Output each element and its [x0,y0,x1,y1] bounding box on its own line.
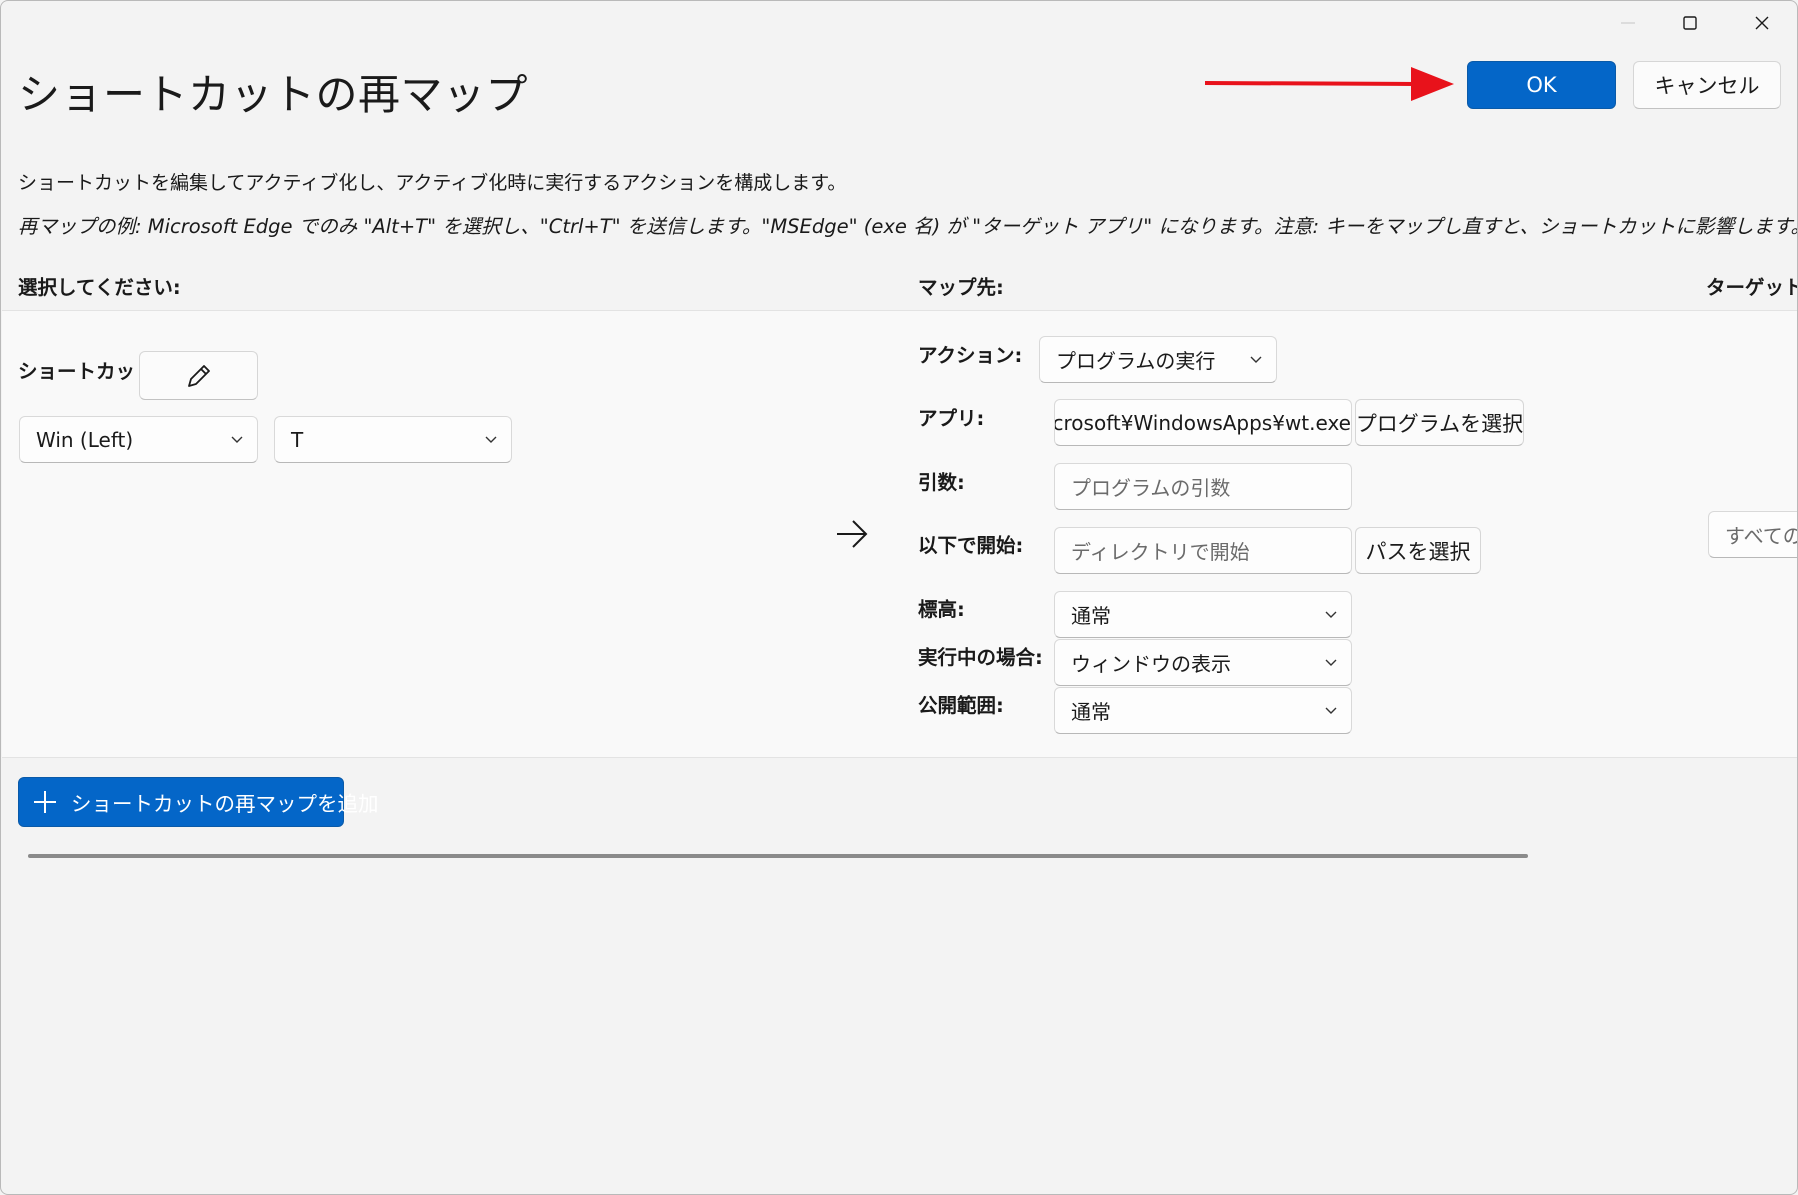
args-label: 引数: [918,471,965,494]
visibility-value: 通常 [1071,700,1111,724]
description-text: ショートカットを編集してアクティブ化し、アクティブ化時に実行するアクションを構成… [18,172,847,194]
remap-row: ショートカット: Win (Left) T アクション: プログラムの実行 アプ… [2,310,1797,758]
maximize-icon [1683,16,1697,30]
chevron-down-icon [1311,706,1351,716]
action-value: プログラムの実行 [1056,349,1216,373]
key1-value: Win (Left) [36,427,134,452]
chevron-down-icon [217,435,257,445]
action-label: アクション: [918,344,1023,367]
key1-dropdown[interactable]: Win (Left) [19,416,258,463]
target-app-field[interactable]: すべての ア [1708,511,1798,558]
app-path-field[interactable]: crosoft¥WindowsApps¥wt.exe [1054,399,1352,446]
select-path-button[interactable]: パスを選択 [1355,527,1481,574]
visibility-label: 公開範囲: [918,694,1004,717]
maximize-button[interactable] [1655,1,1725,45]
key2-dropdown[interactable]: T [274,416,512,463]
target-app-value: すべての ア [1725,524,1798,548]
start-in-field[interactable]: ディレクトリで開始 [1054,527,1352,574]
key2-value: T [291,427,304,452]
start-in-placeholder: ディレクトリで開始 [1071,540,1250,564]
if-running-dropdown[interactable]: ウィンドウの表示 [1054,639,1352,686]
remap-shortcuts-window: ショートカットの再マップ OK キャンセル ショートカットを編集してアクティブ化… [0,0,1798,1195]
app-path-value: crosoft¥WindowsApps¥wt.exe [1055,410,1351,435]
plus-icon [33,790,57,814]
chevron-down-icon [471,435,511,445]
close-button[interactable] [1727,1,1797,45]
column-header-map-to: マップ先: [918,276,1004,299]
select-program-button[interactable]: プログラムを選択 [1355,399,1524,446]
chevron-down-icon [1236,355,1276,365]
chevron-down-icon [1311,658,1351,668]
if-running-value: ウィンドウの表示 [1071,652,1231,676]
arrow-right-icon [837,520,868,548]
start-in-label: 以下で開始: [918,534,1024,557]
elevation-label: 標高: [918,598,965,621]
close-icon [1755,16,1769,30]
add-shortcut-remap-label: ショートカットの再マップを追加 [71,792,379,816]
example-text: 再マップの例: Microsoft Edge でのみ "Alt+T" を選択し、… [18,215,1798,238]
page-title: ショートカットの再マップ [18,70,529,119]
edit-shortcut-button[interactable] [139,351,258,400]
ok-button[interactable]: OK [1467,61,1616,109]
args-placeholder: プログラムの引数 [1071,476,1231,500]
minimize-button[interactable] [1593,1,1663,45]
elevation-dropdown[interactable]: 通常 [1054,591,1352,638]
action-dropdown[interactable]: プログラムの実行 [1039,336,1277,383]
cancel-button[interactable]: キャンセル [1633,61,1781,109]
chevron-down-icon [1311,610,1351,620]
column-header-target-app: ターゲット ア [1706,276,1798,299]
annotation-arrow-icon [1204,67,1454,101]
elevation-value: 通常 [1071,604,1111,628]
pencil-icon [187,364,210,387]
if-running-label: 実行中の場合: [918,646,1043,669]
app-label: アプリ: [918,407,985,430]
args-field[interactable]: プログラムの引数 [1054,463,1352,510]
add-shortcut-remap-button[interactable]: ショートカットの再マップを追加 [18,777,379,827]
minimize-icon [1621,22,1635,24]
visibility-dropdown[interactable]: 通常 [1054,687,1352,734]
column-header-select: 選択してください: [18,276,181,299]
horizontal-scrollbar[interactable] [28,854,1528,858]
